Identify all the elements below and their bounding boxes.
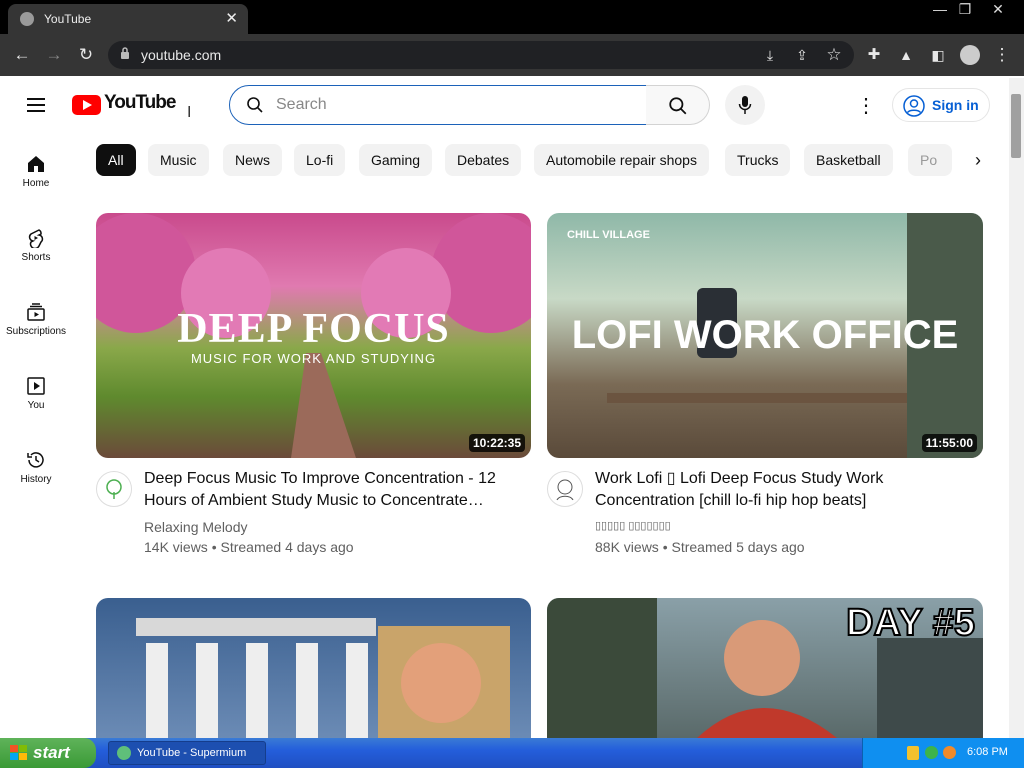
sketch-avatar-icon	[556, 479, 574, 501]
network-icon[interactable]	[925, 746, 938, 759]
channel-name[interactable]: ▯▯▯▯▯ ▯▯▯▯▯▯▯	[595, 519, 671, 532]
sidebar-item-label: Home	[22, 178, 50, 189]
settings-more-icon[interactable]: ⋮	[856, 93, 876, 118]
start-button[interactable]: start	[0, 738, 96, 768]
search-button-icon	[669, 97, 687, 115]
chip-trucks[interactable]: Trucks	[725, 144, 791, 176]
thumbnail-badge: CHILL VILLAGE	[567, 229, 650, 241]
system-tray: 6:08 PM	[862, 738, 1024, 768]
restore-button[interactable]: ❐	[952, 0, 978, 18]
chip-partial[interactable]: Po	[908, 144, 952, 176]
tab-favicon-icon	[20, 12, 34, 26]
home-icon	[28, 156, 44, 172]
chip-automobile-repair-shops[interactable]: Automobile repair shops	[534, 144, 709, 176]
scrollbar-thumb[interactable]	[1011, 94, 1021, 158]
thumbnail-title: LOFI WORK OFFICE	[571, 313, 959, 357]
shorts-icon	[28, 229, 44, 248]
guide-menu-icon[interactable]	[27, 94, 45, 116]
chevron-right-icon[interactable]: ›	[966, 150, 990, 172]
voice-search-button[interactable]	[725, 85, 765, 125]
search-tray-icon[interactable]	[943, 746, 956, 759]
subscriptions-icon	[27, 303, 45, 321]
channel-avatar[interactable]	[547, 471, 583, 507]
search-box[interactable]	[229, 85, 647, 125]
sidebar-item-home[interactable]: Home	[0, 154, 72, 228]
sign-in-label: Sign in	[932, 97, 979, 113]
chip-music[interactable]: Music	[148, 144, 209, 176]
video-thumbnail[interactable]: CHILL VILLAGE LOFI WORK OFFICE 11:55:00	[547, 213, 983, 458]
thumbnail-title: DEEP FOCUS	[177, 306, 450, 352]
address-bar[interactable]: youtube.com	[108, 41, 854, 69]
forward-icon[interactable]: →	[42, 43, 66, 67]
page-scrollbar[interactable]	[1009, 78, 1024, 738]
sidebar-item-you[interactable]: You	[0, 376, 72, 450]
browser-tab[interactable]: YouTube ✕	[8, 4, 248, 34]
youtube-logo-text[interactable]: YouTube	[104, 92, 176, 114]
taskbar-item-youtube[interactable]: YouTube - Supermium	[108, 741, 266, 765]
thumbnail-art	[136, 618, 510, 738]
tab-close-icon[interactable]: ✕	[225, 9, 238, 27]
thumbnail-title: DAY #5	[845, 601, 976, 645]
minimize-button[interactable]: —	[927, 0, 953, 18]
lock-icon	[121, 47, 129, 59]
video-duration: 10:22:35	[468, 434, 525, 452]
microphone-icon	[738, 96, 752, 114]
chip-debates[interactable]: Debates	[445, 144, 522, 176]
video-meta: 14K views • Streamed 4 days ago	[144, 539, 354, 555]
account-circle-icon	[903, 95, 925, 117]
close-window-button[interactable]: ✕	[985, 0, 1011, 18]
url-text: youtube.com	[141, 47, 222, 63]
lab-flask-icon[interactable]: ▲	[894, 43, 918, 67]
video-title[interactable]: Deep Focus Music To Improve Concentratio…	[144, 468, 524, 512]
sidebar-item-label: History	[20, 474, 52, 485]
sidebar-item-label: Shorts	[21, 252, 51, 263]
browser-menu-icon[interactable]: ⋮	[990, 43, 1014, 67]
bookmark-star-icon[interactable]: ☆	[822, 43, 846, 67]
text-cursor-icon: I	[187, 104, 192, 121]
start-label: start	[33, 743, 70, 762]
profile-avatar-icon[interactable]	[960, 45, 980, 65]
video-thumbnail[interactable]: DEEP FOCUS MUSIC FOR WORK AND STUDYING 1…	[96, 213, 531, 458]
security-shield-icon[interactable]	[907, 746, 919, 760]
you-icon	[27, 377, 45, 395]
back-icon[interactable]: ←	[10, 43, 34, 67]
channel-avatar[interactable]	[96, 471, 132, 507]
search-icon	[247, 97, 263, 113]
chip-lofi[interactable]: Lo-fi	[294, 144, 346, 176]
sidebar-item-shorts[interactable]: Shorts	[0, 228, 72, 302]
video-thumbnail[interactable]: DAY #5	[547, 598, 983, 738]
search-button[interactable]	[646, 85, 710, 125]
video-duration: 11:55:00	[921, 434, 977, 452]
thumbnail-subtitle: MUSIC FOR WORK AND STUDYING	[190, 351, 437, 366]
video-title[interactable]: Work Lofi ▯ Lofi Deep Focus Study Work C…	[595, 468, 975, 512]
sidebar-item-label: You	[27, 400, 45, 411]
chip-gaming[interactable]: Gaming	[359, 144, 433, 176]
sidebar-item-history[interactable]: History	[0, 450, 72, 524]
video-meta: 88K views • Streamed 5 days ago	[595, 539, 805, 555]
clock: 6:08 PM	[967, 746, 1008, 758]
youtube-logo-icon[interactable]	[72, 95, 101, 115]
chip-basketball[interactable]: Basketball	[804, 144, 893, 176]
install-app-icon[interactable]: ⤓	[758, 43, 782, 67]
share-icon[interactable]: ⇪	[790, 43, 814, 67]
video-thumbnail[interactable]	[96, 598, 531, 738]
search-input[interactable]	[276, 92, 636, 118]
browser-app-icon	[117, 746, 131, 760]
sidebar-item-subscriptions[interactable]: Subscriptions	[0, 302, 72, 376]
extensions-icon[interactable]: ✚	[862, 43, 886, 67]
tab-title: YouTube	[44, 12, 92, 26]
history-icon	[27, 452, 44, 468]
taskbar-item-label: YouTube - Supermium	[137, 747, 247, 759]
sign-in-button[interactable]: Sign in	[892, 88, 990, 122]
side-panel-icon[interactable]: ◧	[926, 43, 950, 67]
chip-all[interactable]: All	[96, 144, 136, 176]
sidebar-item-label: Subscriptions	[5, 326, 67, 337]
chip-news[interactable]: News	[223, 144, 283, 176]
tree-avatar-icon	[106, 479, 122, 499]
channel-name[interactable]: Relaxing Melody	[144, 519, 248, 535]
reload-icon[interactable]: ↻	[74, 43, 98, 67]
windows-logo-icon	[10, 745, 27, 760]
